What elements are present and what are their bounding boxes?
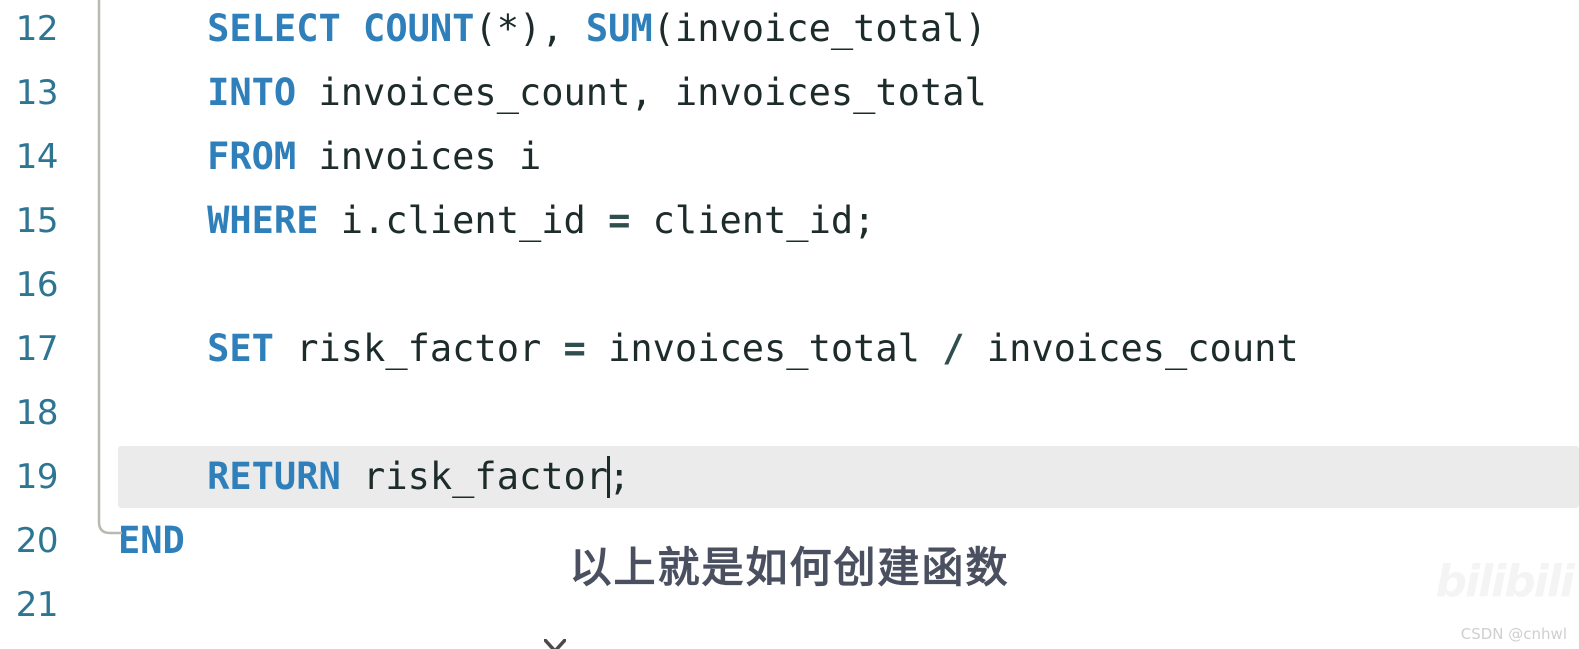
sql-keyword: SUM bbox=[585, 7, 653, 50]
line-number-gutter: 12 13 14 15 16 17 18 19 20 21 bbox=[0, 0, 88, 649]
line-number: 15 bbox=[15, 201, 59, 241]
sql-keyword: INTO bbox=[207, 71, 297, 114]
code-text: invoices_total bbox=[585, 327, 943, 370]
code-line[interactable]: FROM invoices i bbox=[118, 125, 541, 189]
sql-operator: / bbox=[942, 327, 965, 370]
code-line[interactable]: RETURN risk_factor; bbox=[118, 445, 630, 509]
code-line[interactable]: END bbox=[118, 509, 185, 573]
sql-keyword: SELECT bbox=[207, 7, 341, 50]
code-text: i.client_id bbox=[318, 199, 609, 242]
code-text: (*), bbox=[474, 7, 586, 50]
code-text: (invoice_total) bbox=[652, 7, 987, 50]
code-text: ; bbox=[608, 455, 631, 498]
sql-keyword: SET bbox=[207, 327, 274, 370]
line-number: 16 bbox=[15, 265, 59, 305]
line-number: 13 bbox=[15, 73, 59, 113]
code-line[interactable]: SELECT COUNT(*), SUM(invoice_total) bbox=[118, 0, 987, 61]
code-text: invoices i bbox=[296, 135, 542, 178]
code-text: risk_factor bbox=[273, 327, 564, 370]
sql-operator: = bbox=[608, 199, 631, 242]
code-content-area[interactable]: SELECT COUNT(*), SUM(invoice_total) INTO… bbox=[0, 0, 1579, 649]
line-number: 12 bbox=[15, 9, 59, 49]
code-editor[interactable]: SELECT COUNT(*), SUM(invoice_total) INTO… bbox=[0, 0, 1579, 649]
sql-keyword: RETURN bbox=[207, 455, 341, 498]
sql-keyword: END bbox=[118, 519, 185, 562]
line-number: 20 bbox=[15, 521, 59, 561]
sql-keyword: FROM bbox=[207, 135, 297, 178]
sql-keyword: WHERE bbox=[207, 199, 319, 242]
sql-operator: = bbox=[563, 327, 586, 370]
line-number: 17 bbox=[15, 329, 59, 369]
code-line[interactable]: SET risk_factor = invoices_total / invoi… bbox=[118, 317, 1299, 381]
code-text: client_id; bbox=[630, 199, 876, 242]
line-number: 19 bbox=[15, 457, 59, 497]
code-line[interactable]: INTO invoices_count, invoices_total bbox=[118, 61, 987, 125]
sql-keyword: COUNT bbox=[363, 7, 475, 50]
line-number: 14 bbox=[15, 137, 59, 177]
code-text: invoices_count, invoices_total bbox=[296, 71, 987, 114]
code-line[interactable]: WHERE i.client_id = client_id; bbox=[118, 189, 875, 253]
code-text: risk_factor bbox=[340, 455, 609, 498]
chevron-down-icon[interactable] bbox=[544, 639, 566, 649]
code-text: invoices_count bbox=[964, 327, 1299, 370]
line-number: 21 bbox=[15, 585, 59, 625]
line-number: 18 bbox=[15, 393, 59, 433]
